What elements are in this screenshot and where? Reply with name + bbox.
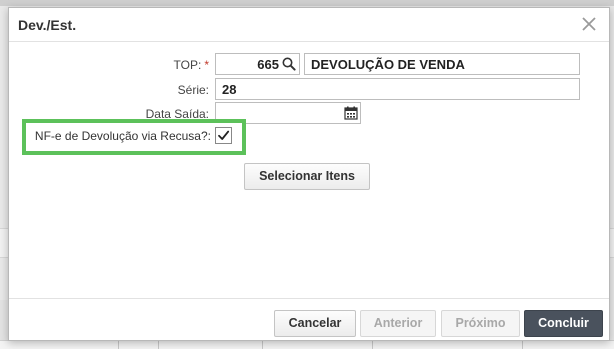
- top-label: TOP: *: [173, 58, 209, 72]
- anterior-button[interactable]: Anterior: [360, 310, 436, 337]
- footer-divider: [9, 298, 609, 299]
- checkmark-icon: [218, 130, 230, 140]
- background-panel-edge: [0, 300, 8, 340]
- background-column-divider: [158, 341, 159, 349]
- search-icon[interactable]: [282, 57, 296, 71]
- nfe-recusa-checkbox[interactable]: [215, 127, 232, 144]
- background-column-divider: [522, 341, 523, 349]
- background-column-divider: [372, 341, 373, 349]
- top-description-input[interactable]: [304, 53, 580, 75]
- dev-est-dialog: Dev./Est. TOP:* Série: Data Saída:: [8, 7, 610, 341]
- nfe-recusa-label: NF-e de Devolução via Recusa?:: [34, 129, 211, 143]
- serie-label: Série:: [177, 83, 209, 97]
- proximo-button[interactable]: Próximo: [441, 310, 520, 337]
- serie-input[interactable]: [215, 78, 580, 100]
- dialog-title: Dev./Est.: [18, 17, 77, 33]
- background-column-divider: [262, 341, 263, 349]
- required-mark: *: [204, 58, 209, 72]
- background-column-divider: [118, 341, 119, 349]
- calendar-icon[interactable]: [344, 106, 358, 120]
- background-app-header: [0, 0, 614, 6]
- concluir-button[interactable]: Concluir: [524, 310, 603, 337]
- selecionar-itens-button[interactable]: Selecionar Itens: [244, 163, 370, 190]
- cancelar-button[interactable]: Cancelar: [274, 310, 356, 337]
- dialog-header: Dev./Est.: [9, 8, 609, 42]
- close-icon[interactable]: [579, 14, 599, 34]
